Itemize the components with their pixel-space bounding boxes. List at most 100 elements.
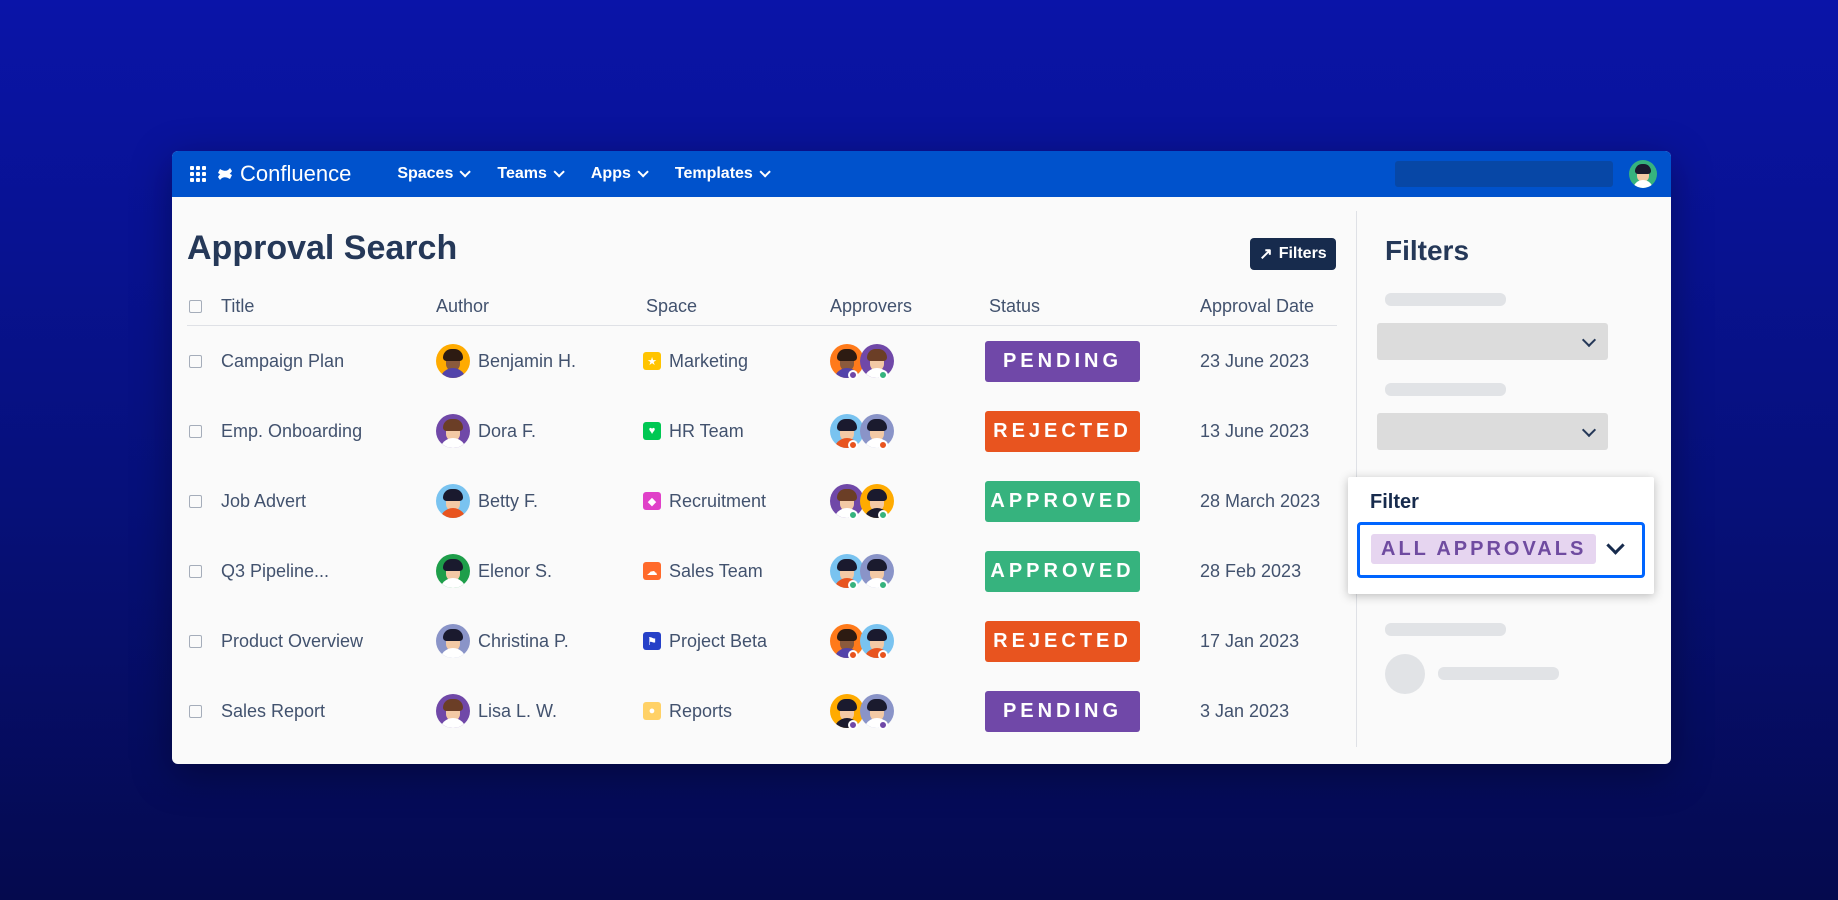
avatar-hair: [867, 629, 887, 641]
search-input[interactable]: [1395, 161, 1613, 187]
page-title: Approval Search: [187, 229, 458, 267]
row-checkbox[interactable]: [189, 354, 202, 368]
nav-teams[interactable]: Teams: [497, 165, 565, 183]
row-approvers: [830, 414, 894, 450]
select-all-checkbox[interactable]: [189, 299, 202, 313]
row-checkbox[interactable]: [189, 494, 202, 508]
table-row[interactable]: Sales Report Lisa L. W. ● Reports PENDIN…: [187, 676, 1337, 746]
row-author: Lisa L. W.: [436, 694, 557, 728]
approver: [830, 484, 864, 520]
selected-filter-lozenge: ALL APPROVALS: [1371, 534, 1597, 564]
row-title[interactable]: Job Advert: [221, 491, 306, 512]
row-space[interactable]: ☁ Sales Team: [643, 561, 763, 582]
header-status[interactable]: Status: [989, 296, 1040, 317]
row-title[interactable]: Emp. Onboarding: [221, 421, 362, 442]
status-badge: APPROVED: [985, 550, 1140, 592]
row-space[interactable]: ⚑ Project Beta: [643, 631, 767, 652]
nav-label: Apps: [590, 165, 631, 182]
main-nav: Spaces Teams Apps Templates: [397, 165, 797, 183]
approver-avatar: [860, 484, 894, 518]
row-approval-date: 28 Feb 2023: [1200, 560, 1302, 581]
row-space[interactable]: ◆ Recruitment: [643, 491, 766, 512]
approver: [860, 624, 894, 660]
approver: [830, 344, 864, 380]
header-approvers[interactable]: Approvers: [830, 296, 912, 317]
nav-label: Spaces: [397, 165, 454, 182]
row-status: REJECTED: [985, 410, 1140, 452]
diamond-icon: ◆: [643, 492, 661, 510]
nav-templates[interactable]: Templates: [675, 165, 771, 183]
author-avatar: [436, 484, 470, 518]
approver: [830, 694, 864, 730]
row-status: PENDING: [985, 690, 1140, 732]
table-row[interactable]: Campaign Plan Benjamin H. ★ Marketing PE…: [187, 326, 1337, 396]
table-row[interactable]: Product Overview Christina P. ⚑ Project …: [187, 606, 1337, 676]
row-checkbox[interactable]: [189, 564, 202, 578]
row-author: Betty F.: [436, 484, 538, 518]
author-name: Lisa L. W.: [478, 700, 558, 721]
confluence-logo[interactable]: Confluence: [216, 161, 351, 187]
rejected-indicator-icon: [848, 650, 858, 660]
skeleton-select[interactable]: [1377, 413, 1608, 450]
approver: [860, 484, 894, 520]
table-row[interactable]: Emp. Onboarding Dora F. ♥ HR Team REJECT…: [187, 396, 1337, 466]
skeleton-select[interactable]: [1377, 323, 1608, 360]
nav-label: Teams: [497, 165, 547, 182]
chevron-down-icon: [1606, 536, 1625, 555]
space-name: Marketing: [669, 350, 749, 371]
avatar-hair: [867, 489, 887, 501]
sidebar-title: Filters: [1385, 235, 1470, 266]
approvals-table: Title Author Space Approvers Status Appr…: [187, 293, 1337, 746]
header-title[interactable]: Title: [221, 296, 254, 317]
row-approvers: [830, 484, 894, 520]
author-name: Betty F.: [478, 490, 539, 511]
approver: [860, 344, 894, 380]
row-author: Dora F.: [436, 414, 536, 448]
avatar-hair: [837, 349, 857, 361]
avatar-hair: [867, 419, 887, 431]
row-space[interactable]: ★ Marketing: [643, 351, 748, 372]
row-status: APPROVED: [985, 480, 1140, 522]
approver: [830, 414, 864, 450]
row-checkbox[interactable]: [189, 424, 202, 438]
skeleton-label: [1385, 293, 1506, 306]
row-checkbox[interactable]: [189, 634, 202, 648]
pending-indicator-icon: [878, 720, 888, 730]
skeleton-label: [1385, 623, 1506, 636]
author-avatar: [436, 694, 470, 728]
header-approval-date[interactable]: Approval Date: [1200, 296, 1314, 317]
approval-filter-select[interactable]: ALL APPROVALS: [1357, 522, 1645, 578]
author-avatar: [436, 554, 470, 588]
approved-indicator-icon: [848, 580, 858, 590]
app-name: Confluence: [240, 161, 352, 186]
nav-apps[interactable]: Apps: [590, 165, 649, 183]
avatar-body: [440, 368, 466, 378]
row-title[interactable]: Product Overview: [221, 631, 363, 652]
approver-avatar: [830, 694, 864, 728]
approver: [860, 554, 894, 590]
space-name: Sales Team: [669, 560, 763, 581]
app-switcher-icon[interactable]: [190, 166, 206, 182]
user-avatar[interactable]: [1629, 160, 1657, 188]
row-space[interactable]: ♥ HR Team: [643, 421, 744, 442]
row-checkbox[interactable]: [189, 704, 202, 718]
filters-button[interactable]: ↗ Filters: [1250, 238, 1336, 270]
table-row[interactable]: Job Advert Betty F. ◆ Recruitment APPROV…: [187, 466, 1337, 536]
header-space[interactable]: Space: [646, 296, 697, 317]
approver-avatar: [860, 624, 894, 658]
approver: [860, 694, 894, 730]
row-space[interactable]: ● Reports: [643, 701, 732, 722]
header-author[interactable]: Author: [436, 296, 489, 317]
avatar-hair: [837, 419, 857, 431]
row-title[interactable]: Q3 Pipeline...: [221, 561, 329, 582]
row-title[interactable]: Sales Report: [221, 701, 325, 722]
author-name: Dora F.: [478, 420, 537, 441]
row-status: PENDING: [985, 340, 1140, 382]
approver-avatar: [860, 554, 894, 588]
confluence-window: Confluence Spaces Teams Apps Templates A…: [172, 151, 1671, 764]
nav-spaces[interactable]: Spaces: [397, 165, 472, 183]
table-row[interactable]: Q3 Pipeline... Elenor S. ☁ Sales Team AP…: [187, 536, 1337, 606]
skeleton-line: [1438, 667, 1559, 680]
row-title[interactable]: Campaign Plan: [221, 351, 344, 372]
filter-popup: Filter ALL APPROVALS: [1348, 477, 1654, 594]
